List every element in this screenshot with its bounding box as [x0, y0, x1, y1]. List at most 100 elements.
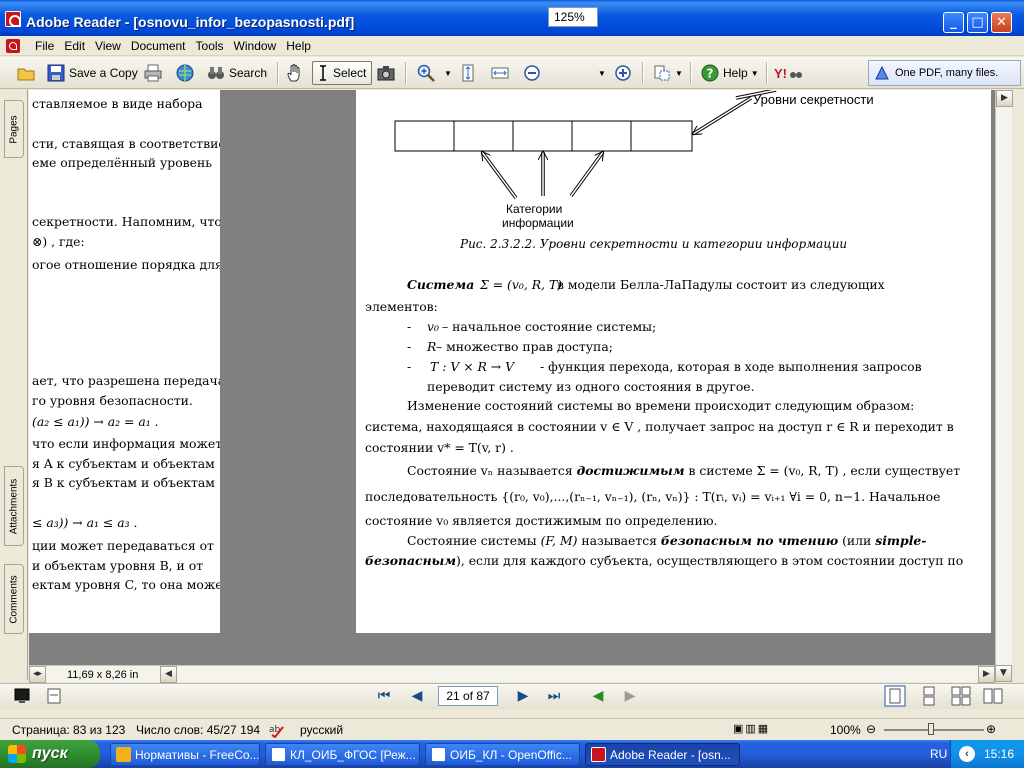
menu-view[interactable]: View	[90, 39, 126, 53]
page-number-field[interactable]: 21 of 87	[438, 686, 498, 706]
list-item-text: – начальное состояние системы;	[442, 319, 657, 334]
menu-help[interactable]: Help	[281, 39, 316, 53]
fit-width-button[interactable]	[490, 61, 513, 85]
rotate-view-button[interactable]: ▼	[652, 61, 683, 85]
zoom-in-button[interactable]	[613, 61, 636, 85]
first-page-button[interactable]: ⏮	[374, 686, 394, 706]
status-language[interactable]: русский	[300, 723, 343, 737]
help-icon: ?	[701, 64, 719, 82]
pdf-page-left: ставляемое в виде набора сти, ставящая в…	[29, 90, 220, 633]
menu-document[interactable]: Document	[126, 39, 191, 53]
continuous-facing-view-icon[interactable]	[982, 685, 1004, 707]
last-page-button[interactable]: ⏭	[544, 686, 564, 706]
help-button[interactable]: ? Help ▼	[700, 61, 759, 85]
snapshot-button[interactable]	[376, 61, 399, 85]
magnifier-icon	[417, 64, 435, 82]
minimize-button[interactable]: _	[943, 12, 964, 33]
scroll-up-button[interactable]: ▶	[996, 90, 1013, 107]
zoom-slider-track[interactable]	[884, 729, 984, 731]
document-icon[interactable]	[6, 39, 20, 53]
maximize-button[interactable]: □	[967, 12, 988, 33]
language-indicator[interactable]: RU	[930, 747, 947, 761]
text-line: огое отношение порядка для	[32, 257, 220, 272]
window-title: Adobe Reader - [osnovu_infor_bezopasnost…	[26, 14, 355, 30]
view-layout-icons[interactable]: ▣▥▦	[733, 722, 770, 735]
scroll-down-button[interactable]: ▼	[995, 665, 1012, 682]
figure-caption: Рис. 2.3.2.2. Уровни секретности и катег…	[460, 237, 848, 251]
search-button[interactable]: Search	[206, 61, 267, 85]
zoom-in-tool-button[interactable]	[416, 61, 439, 85]
menu-tools[interactable]: Tools	[191, 39, 229, 53]
clock: 15:16	[984, 747, 1015, 761]
adobe-reader-icon	[591, 747, 606, 762]
vertical-scrollbar[interactable]: ▶	[995, 90, 1013, 665]
windows-taskbar: пуск Нормативы - FreeCo... КЛ_ОИБ_ФГОС […	[0, 740, 1024, 768]
list-var-v0: v₀	[427, 319, 439, 334]
horizontal-scrollbar[interactable]: ◂▸ ◀ ▶	[29, 665, 995, 683]
formula-line: (a₂ ≤ a₁)) → a₂ = a₁ .	[32, 414, 159, 429]
single-page-view-icon[interactable]	[884, 685, 906, 707]
windows-flag-icon	[8, 745, 26, 763]
spellcheck-icon[interactable]: ab	[268, 722, 286, 738]
zoom-input[interactable]: 125%	[548, 7, 598, 27]
menu-edit[interactable]: Edit	[59, 39, 90, 53]
zoom-out-button[interactable]	[522, 61, 545, 85]
facing-view-icon[interactable]	[950, 685, 972, 707]
term-safe: безопасным	[365, 553, 457, 568]
list-item-text: – множество прав доступа;	[436, 339, 613, 354]
zoom-dropdown-button[interactable]: ▼	[444, 61, 452, 85]
toolbar-separator	[277, 62, 279, 84]
tab-attachments[interactable]: Attachments	[4, 466, 24, 546]
fit-page-icon	[462, 64, 474, 82]
status-page: Страница: 83 из 123	[12, 723, 126, 737]
taskbar-item-writer-kl[interactable]: КЛ_ОИБ_ФГОС [Реж...	[265, 743, 420, 766]
acrobat-promo-icon	[875, 65, 889, 80]
zoom-slider-thumb[interactable]	[928, 723, 934, 735]
go-back-icon[interactable]: ◀	[588, 686, 608, 706]
tab-pages[interactable]: Pages	[4, 100, 24, 158]
next-page-button[interactable]: ▶	[513, 686, 533, 706]
document-view[interactable]: ставляемое в виде набора сти, ставящая в…	[29, 90, 995, 665]
scroll-left-button[interactable]: ◀	[160, 666, 177, 683]
page-layout-icon[interactable]	[45, 687, 63, 705]
yahoo-toolbar-button[interactable]: Y!	[774, 61, 806, 85]
continuous-view-icon[interactable]	[918, 685, 940, 707]
print-button[interactable]	[143, 61, 166, 85]
monitor-icon[interactable]	[13, 687, 31, 705]
page-rotate-icon	[654, 65, 670, 81]
select-tool-button[interactable]: Select	[312, 61, 373, 85]
adobe-reader-icon[interactable]	[5, 11, 21, 27]
text-line: я B к субъектам и объектам	[32, 475, 215, 490]
hand-tool-button[interactable]	[285, 61, 308, 85]
text-line: ектам уровня C, то она может	[32, 577, 220, 592]
go-forward-icon[interactable]: ▶	[620, 686, 640, 706]
menu-file[interactable]: File	[30, 39, 59, 53]
search-label: Search	[229, 66, 268, 80]
save-copy-button[interactable]: Save a Copy	[46, 61, 138, 85]
scroll-right-button[interactable]: ▶	[978, 666, 995, 683]
zoom-out-small-icon[interactable]: ⊖	[866, 722, 876, 736]
panel-resize-icon[interactable]: ◂▸	[29, 666, 46, 683]
task-label: Adobe Reader - [osn...	[610, 748, 731, 762]
acrobat-promo-banner[interactable]: One PDF, many files.	[868, 60, 1021, 86]
close-button[interactable]: ✕	[991, 12, 1012, 33]
open-button[interactable]	[16, 61, 39, 85]
taskbar-item-adobe-reader[interactable]: Adobe Reader - [osn...	[585, 743, 740, 766]
taskbar-item-freecommander[interactable]: Нормативы - FreeCo...	[110, 743, 260, 766]
list-item-text: - функция перехода, которая в ходе выпол…	[540, 359, 922, 374]
list-item-text: переводит систему из одного состояния в …	[427, 379, 755, 394]
zoom-value-dropdown[interactable]: ▼	[598, 61, 606, 85]
menu-window[interactable]: Window	[229, 39, 282, 53]
tray-chevron-icon[interactable]: ‹	[959, 746, 975, 762]
tab-comments[interactable]: Comments	[4, 564, 24, 634]
taskbar-item-writer-oib[interactable]: ОИБ_КЛ - OpenOffic...	[425, 743, 580, 766]
start-button[interactable]: пуск	[0, 740, 100, 768]
fit-page-button[interactable]	[458, 61, 481, 85]
toolbar-separator	[642, 62, 644, 84]
text-line: Состояние системы (F, M) называется безо…	[407, 533, 926, 548]
email-button[interactable]	[175, 61, 198, 85]
toolbar-separator	[405, 62, 407, 84]
previous-page-button[interactable]: ◀	[407, 686, 427, 706]
zoom-in-small-icon[interactable]: ⊕	[986, 722, 996, 736]
term-read-safe: безопасным по чтению	[660, 533, 839, 548]
